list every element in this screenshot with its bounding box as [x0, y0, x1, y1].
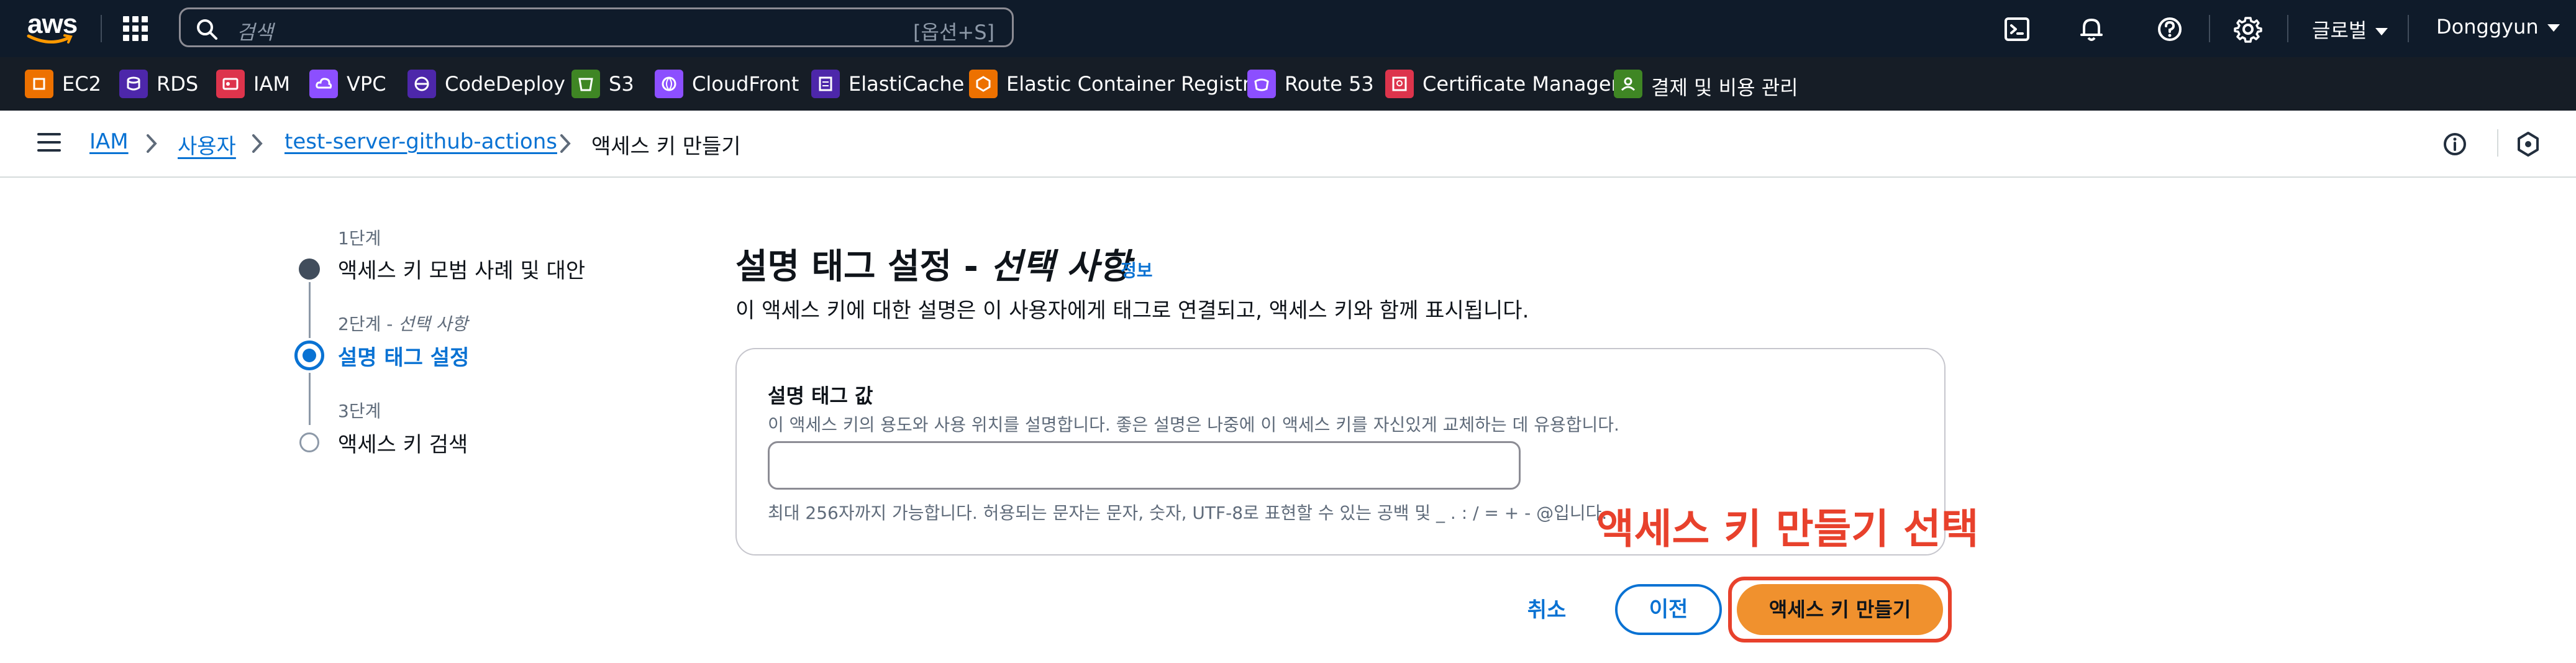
iam-icon	[216, 70, 245, 98]
nav-divider	[2287, 15, 2288, 42]
rds-icon	[119, 70, 148, 98]
gear-icon[interactable]	[2232, 14, 2264, 45]
grid-icon[interactable]	[122, 15, 149, 42]
caret-down-icon	[2547, 24, 2560, 32]
field-label: 설명 태그 값	[768, 384, 873, 408]
certificate-icon	[1385, 70, 1414, 98]
search-icon	[197, 19, 217, 40]
previous-button[interactable]: 이전	[1615, 584, 1722, 635]
description-tag-input[interactable]	[768, 441, 1521, 490]
step-3-title: 액세스 키 검색	[338, 432, 468, 457]
page-description: 이 액세스 키에 대한 설명은 이 사용자에게 태그로 연결되고, 액세스 키와…	[735, 298, 1529, 323]
breadcrumb-user-name[interactable]: test-server-github-actions	[284, 129, 557, 154]
step-1-number: 1단계	[338, 228, 381, 249]
help-icon[interactable]	[2154, 14, 2185, 45]
top-navigation: aws 검색 [옵션+S] 글로벌 Donggyun	[0, 0, 2576, 57]
step-connector	[309, 282, 311, 338]
step-3-pending-dot	[299, 432, 319, 452]
search-shortcut: [옵션+S]	[913, 21, 994, 44]
chevron-right-icon	[147, 134, 157, 153]
breadcrumb-current: 액세스 키 만들기	[591, 134, 741, 159]
step-1-done-dot	[299, 258, 320, 280]
create-access-key-button[interactable]: 액세스 키 만들기	[1737, 584, 1943, 635]
codedeploy-icon	[407, 70, 436, 98]
field-constraint: 최대 256자까지 가능합니다. 허용되는 문자는 문자, 숫자, UTF-8로…	[768, 503, 1608, 523]
chevron-right-icon	[560, 134, 571, 153]
favorites-bar: EC2 RDS IAM VPC CodeDeploy S3 CloudFront…	[0, 57, 2576, 111]
info-link[interactable]: 정보	[1121, 257, 1153, 282]
search-placeholder: 검색	[237, 21, 273, 44]
chevron-right-icon	[252, 134, 263, 153]
step-2-active-dot	[294, 341, 324, 370]
step-connector	[309, 373, 311, 425]
breadcrumb-users[interactable]: 사용자	[178, 129, 236, 160]
menu-icon[interactable]	[37, 133, 61, 152]
aws-smile-icon	[27, 34, 73, 44]
terminal-icon[interactable]	[2001, 14, 2032, 45]
vpc-icon	[309, 70, 338, 98]
ec2-icon	[25, 70, 53, 98]
breadcrumb-iam[interactable]: IAM	[89, 129, 129, 154]
region-selector[interactable]: 글로벌	[2312, 15, 2388, 43]
elasticache-icon	[811, 70, 840, 98]
breadcrumb-bar: IAM 사용자 test-server-github-actions 액세스 키…	[0, 111, 2576, 178]
cancel-button[interactable]: 취소	[1509, 588, 1584, 633]
cloudfront-icon	[655, 70, 683, 98]
nav-divider	[2408, 15, 2409, 42]
step-1-title[interactable]: 액세스 키 모범 사례 및 대안	[338, 254, 585, 284]
step-3-number: 3단계	[338, 401, 381, 421]
billing-icon	[1614, 70, 1642, 98]
step-2-title: 설명 태그 설정	[338, 345, 470, 370]
page-title: 설명 태그 설정 - 선택 사항	[735, 247, 1131, 287]
search-input[interactable]: 검색 [옵션+S]	[179, 7, 1014, 47]
caret-down-icon	[2375, 28, 2388, 35]
user-menu[interactable]: Donggyun	[2436, 15, 2560, 39]
assistant-icon[interactable]	[2516, 130, 2541, 158]
route53-icon	[1247, 70, 1276, 98]
bell-icon[interactable]	[2076, 14, 2107, 45]
nav-divider	[101, 15, 102, 42]
ecr-icon	[969, 70, 998, 98]
field-description: 이 액세스 키의 용도와 사용 위치를 설명합니다. 좋은 설명은 나중에 이 …	[768, 414, 1619, 435]
s3-icon	[571, 70, 600, 98]
toolbar-divider	[2497, 129, 2498, 157]
info-icon[interactable]	[2442, 132, 2467, 157]
nav-divider	[2209, 15, 2210, 42]
aws-logo[interactable]: aws	[25, 9, 78, 48]
annotation-callout: 액세스 키 만들기 선택	[1596, 505, 1979, 553]
step-2-number: 2단계 - 선택 사항	[338, 314, 468, 334]
